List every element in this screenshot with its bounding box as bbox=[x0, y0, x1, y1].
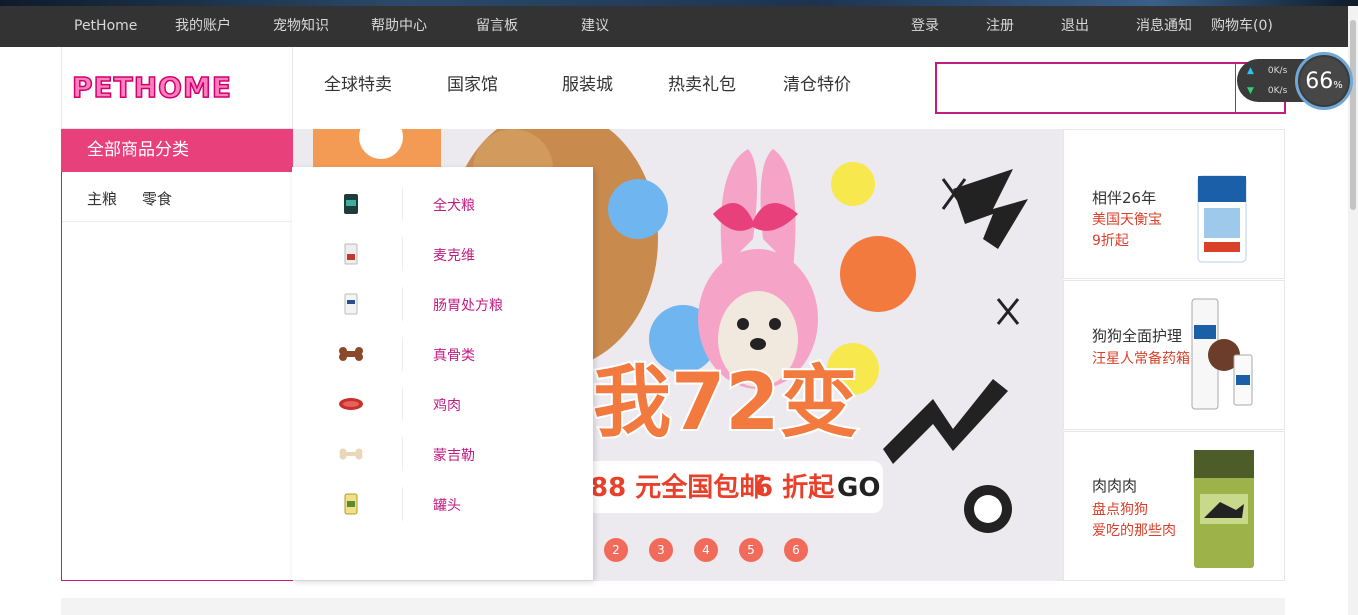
cart-link[interactable]: 购物车(0) bbox=[1211, 6, 1273, 47]
category-submenu: 全犬粮 麦克维 肠胃处方粮 真骨类 鸡肉 蒙吉勒 罐头 bbox=[292, 167, 593, 580]
submenu-item-mcvey[interactable]: 麦克维 bbox=[292, 229, 593, 279]
ad-title: 相伴26年 bbox=[1092, 189, 1157, 207]
help-center-link[interactable]: 帮助中心 bbox=[371, 6, 427, 47]
submenu-label: 鸡肉 bbox=[433, 398, 461, 414]
submenu-divider bbox=[402, 237, 403, 271]
banner-dot-2[interactable]: 2 bbox=[604, 538, 628, 562]
submenu-label: 罐头 bbox=[433, 498, 461, 514]
submenu-item-gastro-prescription[interactable]: 肠胃处方粮 bbox=[292, 279, 593, 329]
ad-line-1: 汪星人常备药箱 bbox=[1092, 351, 1190, 367]
banner-subline-price: 88 元全国包邮 bbox=[590, 472, 765, 503]
bone-icon bbox=[337, 341, 365, 367]
all-categories-header[interactable]: 全部商品分类 bbox=[61, 129, 293, 172]
scrollbar-thumb[interactable] bbox=[1350, 20, 1356, 210]
ad-line-1: 美国天衡宝 bbox=[1092, 212, 1162, 228]
submenu-item-real-bone[interactable]: 真骨类 bbox=[292, 329, 593, 379]
nav-clearance[interactable]: 清仓特价 bbox=[783, 70, 851, 95]
gauge-percent: 66 bbox=[1305, 68, 1334, 94]
ad-card-1[interactable]: 相伴26年 美国天衡宝 9折起 bbox=[1063, 129, 1285, 279]
page-scrollbar[interactable] bbox=[1348, 6, 1358, 615]
prescription-bag-icon bbox=[337, 291, 365, 317]
banner-dot-3[interactable]: 3 bbox=[649, 538, 673, 562]
submenu-divider bbox=[402, 287, 403, 321]
banner-headline: 我72变 bbox=[593, 358, 858, 448]
top-navigation-bar: PetHome 我的账户 宠物知识 帮助中心 留言板 建议 登录 注册 退出 消… bbox=[0, 6, 1358, 47]
tab-snacks[interactable]: 零食 bbox=[142, 188, 172, 209]
submenu-label: 蒙吉勒 bbox=[433, 448, 475, 464]
login-link[interactable]: 登录 bbox=[911, 6, 939, 47]
gauge-unit: % bbox=[1333, 79, 1343, 91]
submenu-divider bbox=[402, 187, 403, 221]
upload-arrow-icon: ▲ bbox=[1247, 66, 1254, 76]
next-section-strip bbox=[61, 598, 1285, 615]
submenu-divider bbox=[402, 337, 403, 371]
side-ads: 相伴26年 美国天衡宝 9折起 狗狗全面护理 汪星人常备药箱 肉肉肉 盘点狗狗 … bbox=[1063, 129, 1285, 581]
download-arrow-icon: ▼ bbox=[1247, 86, 1254, 96]
ad-title: 肉肉肉 bbox=[1092, 477, 1138, 495]
submenu-label: 全犬粮 bbox=[433, 198, 475, 214]
notifications-link[interactable]: 消息通知 bbox=[1136, 6, 1192, 47]
category-tabs: 主粮 零食 bbox=[62, 172, 292, 222]
ad-line-1: 盘点狗狗 bbox=[1092, 502, 1148, 518]
logo-container[interactable]: PETHOME bbox=[61, 47, 293, 129]
product-bag-image bbox=[1197, 175, 1247, 263]
dog-food-can-icon bbox=[337, 191, 365, 217]
submenu-label: 真骨类 bbox=[433, 348, 475, 364]
suggestion-link[interactable]: 建议 bbox=[581, 6, 609, 47]
submenu-label: 麦克维 bbox=[433, 248, 475, 264]
my-account-link[interactable]: 我的账户 bbox=[175, 6, 231, 47]
ad-title: 狗狗全面护理 bbox=[1092, 327, 1183, 345]
banner-dot-6[interactable]: 6 bbox=[784, 538, 808, 562]
nav-country-pavilion[interactable]: 国家馆 bbox=[447, 70, 498, 95]
search-input[interactable] bbox=[935, 62, 1237, 114]
meat-food-bag-image bbox=[1194, 450, 1254, 568]
upload-speed: 0K/s bbox=[1267, 66, 1288, 76]
banner-subline-discount: 6 折起 bbox=[755, 473, 835, 503]
banner-cta: GO bbox=[837, 473, 880, 503]
message-board-link[interactable]: 留言板 bbox=[476, 6, 518, 47]
download-speed: 0K/s bbox=[1267, 86, 1288, 96]
nav-global-sale[interactable]: 全球特卖 bbox=[324, 70, 392, 95]
nav-hot-gift-packs[interactable]: 热卖礼包 bbox=[668, 70, 736, 95]
submenu-item-all-dog-food[interactable]: 全犬粮 bbox=[292, 179, 593, 229]
submenu-divider bbox=[402, 487, 403, 521]
submenu-item-mengjile[interactable]: 蒙吉勒 bbox=[292, 429, 593, 479]
memory-usage-gauge[interactable]: 66% bbox=[1295, 52, 1353, 110]
site-logo: PETHOME bbox=[71, 70, 232, 105]
ad-line-2: 爱吃的那些肉 bbox=[1092, 523, 1176, 539]
submenu-label: 肠胃处方粮 bbox=[433, 298, 503, 314]
canned-food-icon bbox=[337, 491, 365, 517]
tab-staple-food[interactable]: 主粮 bbox=[87, 188, 117, 209]
chew-bone-icon bbox=[337, 441, 365, 467]
submenu-item-canned-food[interactable]: 罐头 bbox=[292, 479, 593, 529]
submenu-divider bbox=[402, 437, 403, 471]
submenu-divider bbox=[402, 387, 403, 421]
submenu-item-chicken[interactable]: 鸡肉 bbox=[292, 379, 593, 429]
care-kit-image bbox=[1191, 298, 1253, 410]
banner-dot-5[interactable]: 5 bbox=[739, 538, 763, 562]
brand-link[interactable]: PetHome bbox=[74, 6, 137, 47]
nav-clothing-city[interactable]: 服装城 bbox=[562, 70, 613, 95]
chicken-meat-icon bbox=[337, 391, 365, 417]
register-link[interactable]: 注册 bbox=[986, 6, 1014, 47]
ad-card-2[interactable]: 狗狗全面护理 汪星人常备药箱 bbox=[1063, 280, 1285, 430]
ad-line-2: 9折起 bbox=[1092, 233, 1129, 249]
pet-knowledge-link[interactable]: 宠物知识 bbox=[273, 6, 329, 47]
food-bag-icon bbox=[337, 241, 365, 267]
banner-dot-4[interactable]: 4 bbox=[694, 538, 718, 562]
logout-link[interactable]: 退出 bbox=[1061, 6, 1089, 47]
ad-card-3[interactable]: 肉肉肉 盘点狗狗 爱吃的那些肉 bbox=[1063, 431, 1285, 581]
